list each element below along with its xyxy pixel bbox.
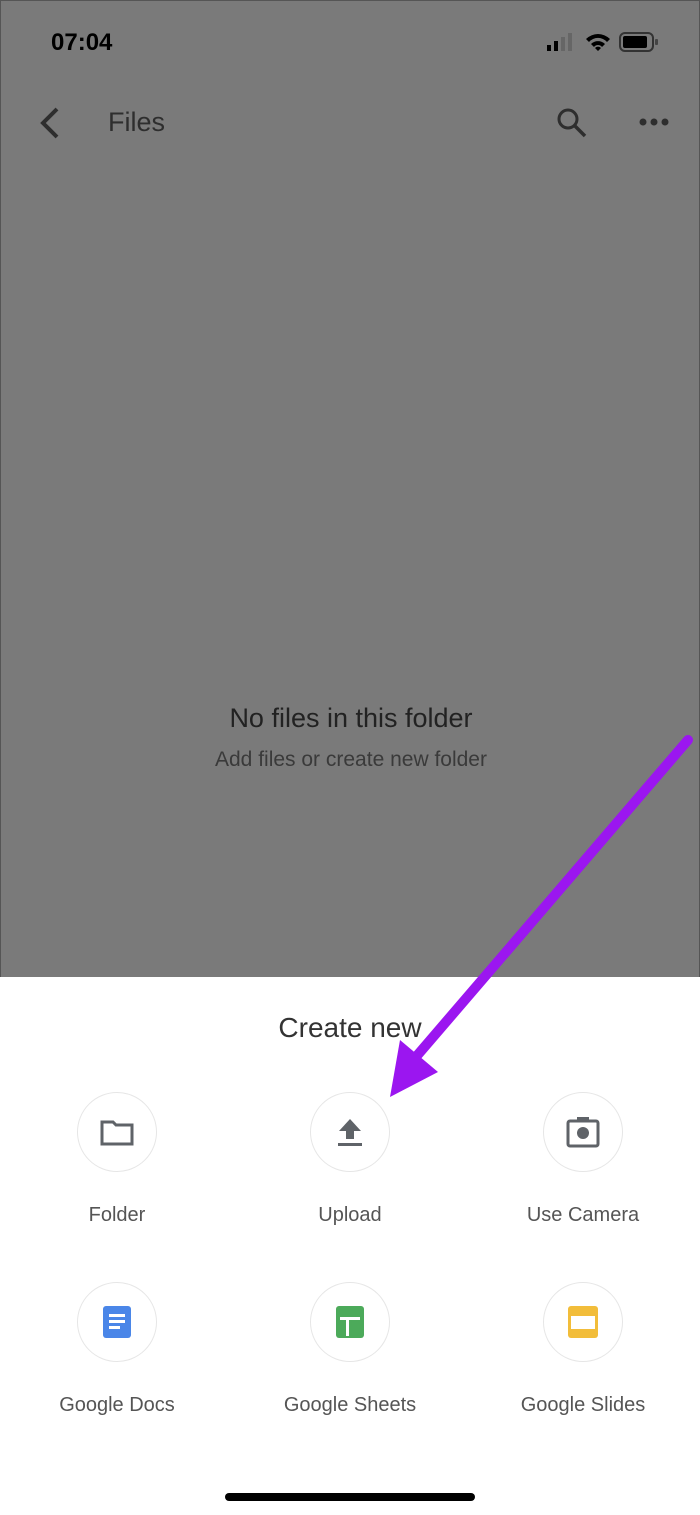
more-icon[interactable] [639, 117, 669, 127]
google-sheets-icon [336, 1306, 364, 1338]
folder-icon [100, 1120, 134, 1146]
option-label: Google Slides [520, 1394, 646, 1416]
option-google-docs[interactable]: Google Docs [17, 1282, 217, 1417]
option-label: Google Docs [59, 1394, 175, 1416]
back-icon[interactable] [37, 107, 61, 139]
empty-state-subtitle: Add files or create new folder [215, 748, 487, 771]
arrow-head [390, 1040, 438, 1097]
battery-icon [619, 32, 658, 52]
option-google-sheets[interactable]: Google Sheets [250, 1282, 450, 1417]
wifi-icon [586, 34, 610, 51]
empty-state-title: No files in this folder [229, 703, 473, 733]
dimmed-background[interactable]: 07:04 Files No files in this folder Add … [0, 0, 700, 977]
option-google-slides[interactable]: Google Slides [483, 1282, 683, 1417]
option-label: Use Camera [526, 1204, 640, 1226]
option-label: Google Sheets [283, 1394, 417, 1416]
upload-icon [338, 1119, 362, 1146]
option-label: Folder [88, 1204, 146, 1226]
status-icons [547, 31, 659, 53]
google-docs-icon [103, 1306, 131, 1338]
option-label: Upload [318, 1204, 382, 1226]
option-folder[interactable]: Folder [17, 1092, 217, 1227]
cellular-signal-icon [547, 33, 572, 51]
option-upload[interactable]: Upload [250, 1092, 450, 1227]
camera-icon [566, 1117, 600, 1148]
search-icon[interactable] [556, 107, 588, 139]
status-time: 07:04 [51, 29, 113, 56]
page-title: Files [108, 107, 166, 137]
home-indicator[interactable] [225, 1493, 475, 1501]
sheet-title: Create new [278, 1012, 422, 1043]
google-slides-icon [568, 1306, 598, 1338]
option-use-camera[interactable]: Use Camera [483, 1092, 683, 1227]
